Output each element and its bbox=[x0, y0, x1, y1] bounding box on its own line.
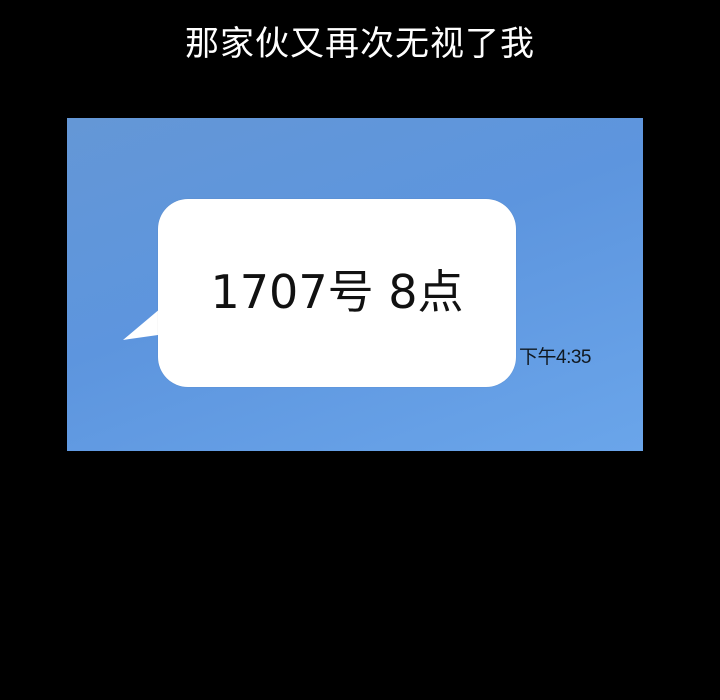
message-text: 1707号 8点 bbox=[210, 265, 464, 319]
caption-text: 那家伙又再次无视了我 bbox=[185, 24, 535, 64]
chat-screen: 1707号 8点 下午4:35 bbox=[67, 118, 643, 451]
message-bubble[interactable]: 1707号 8点 bbox=[158, 199, 516, 387]
message-timestamp: 下午4:35 bbox=[519, 347, 591, 368]
